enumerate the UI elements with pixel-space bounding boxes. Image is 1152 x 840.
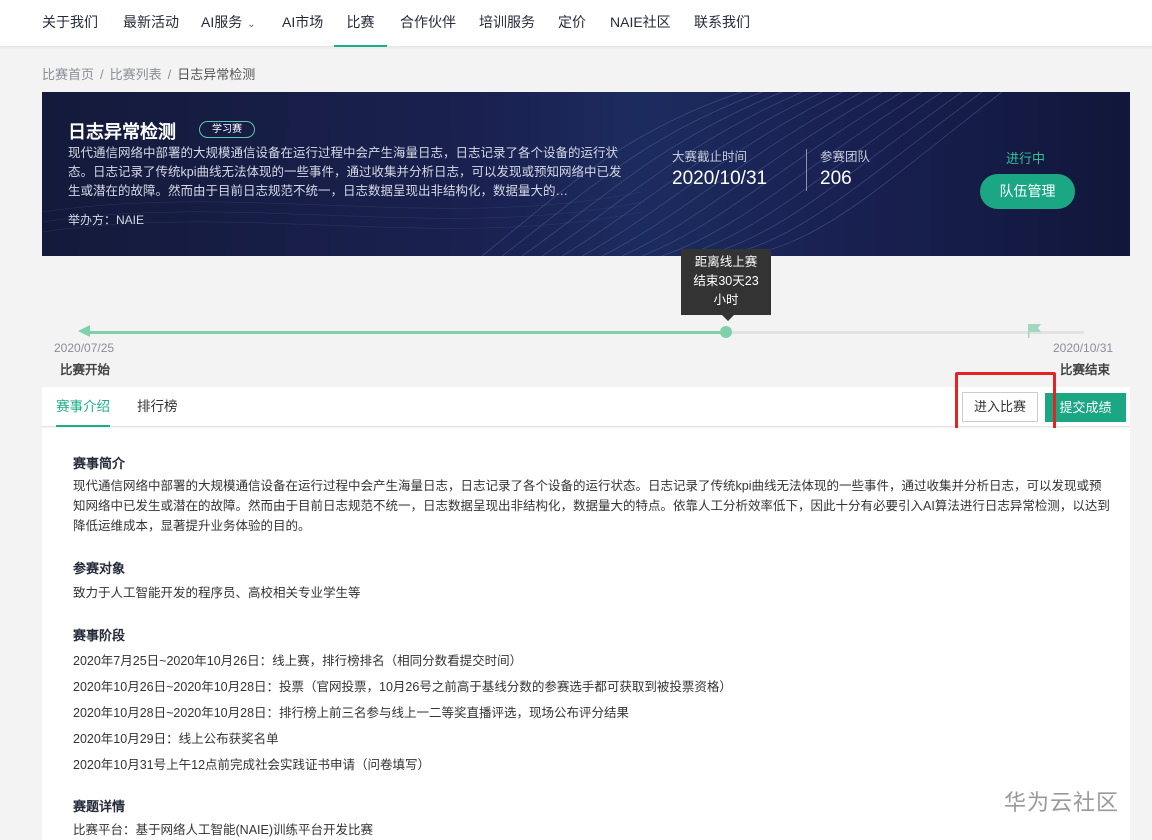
detail-text: 比赛平台：基于网络人工智能(NAIE)训练平台开发比赛 bbox=[73, 823, 374, 837]
intro-title: 赛事简介 bbox=[73, 456, 126, 471]
nav-label: 培训服务 bbox=[479, 14, 535, 30]
nav-item-competition[interactable]: 比赛 bbox=[334, 0, 387, 47]
nav-item-community[interactable]: NAIE社区 bbox=[610, 0, 671, 47]
nav-label: 联系我们 bbox=[694, 14, 750, 30]
nav-label: 合作伙伴 bbox=[400, 14, 456, 30]
target-section: 参赛对象 致力于人工智能开发的程序员、高校相关专业学生等 bbox=[73, 558, 1113, 603]
nav-item-ai-services[interactable]: AI服务 ⌄ bbox=[201, 0, 256, 47]
nav-label: 比赛 bbox=[346, 14, 375, 30]
stages-section: 赛事阶段 2020年7月25日~2020年10月26日：线上赛，排行榜排名（相同… bbox=[73, 625, 1113, 778]
finish-flag-icon bbox=[1028, 324, 1041, 338]
nav-item-training[interactable]: 培训服务 bbox=[479, 0, 535, 47]
competition-type-badge: 学习赛 bbox=[199, 121, 255, 138]
breadcrumb-separator: / bbox=[100, 67, 104, 82]
nav-label: 最新活动 bbox=[123, 14, 179, 30]
nav-item-pricing[interactable]: 定价 bbox=[558, 0, 586, 47]
team-management-button[interactable]: 队伍管理 bbox=[980, 174, 1075, 209]
nav-item-about[interactable]: 关于我们 bbox=[42, 0, 98, 47]
nav-item-events[interactable]: 最新活动 bbox=[123, 0, 179, 47]
nav-label: NAIE社区 bbox=[610, 14, 671, 30]
deadline-label: 大赛截止时间 bbox=[672, 150, 748, 164]
chevron-down-icon: ⌄ bbox=[247, 19, 256, 30]
stage-item: 2020年7月25日~2020年10月26日：线上赛，排行榜排名（相同分数看提交… bbox=[73, 654, 523, 668]
teams-value: 206 bbox=[820, 168, 852, 189]
breadcrumb-home[interactable]: 比赛首页 bbox=[42, 67, 94, 82]
countdown-tooltip: 距离线上赛 结束30天23 小时 bbox=[681, 249, 771, 321]
timeline-progress bbox=[84, 331, 726, 334]
deadline-value: 2020/10/31 bbox=[672, 168, 768, 189]
nav-label: 关于我们 bbox=[42, 14, 98, 30]
intro-text: 现代通信网络中部署的大规模通信设备在运行过程中会产生海量日志，日志记录了各个设备… bbox=[73, 479, 1110, 533]
competition-title: 日志异常检测 bbox=[68, 122, 176, 142]
breadcrumb: 比赛首页 / 比赛列表 / 日志异常检测 bbox=[42, 64, 255, 83]
breadcrumb-list[interactable]: 比赛列表 bbox=[110, 67, 162, 82]
tab-introduction[interactable]: 赛事介绍 bbox=[56, 387, 110, 427]
teams-label: 参赛团队 bbox=[820, 150, 871, 164]
status-badge: 进行中 bbox=[1006, 151, 1046, 166]
stages-title: 赛事阶段 bbox=[73, 628, 126, 643]
stage-item: 2020年10月26日~2020年10月28日：投票（官网投票，10月26号之前… bbox=[73, 680, 732, 694]
intro-section: 赛事简介 现代通信网络中部署的大规模通信设备在运行过程中会产生海量日志，日志记录… bbox=[73, 453, 1113, 536]
nav-item-ai-market[interactable]: AI市场 bbox=[282, 0, 323, 47]
timeline-start-label: 比赛开始 bbox=[60, 363, 111, 377]
top-nav: 关于我们 最新活动 AI服务 ⌄ AI市场 比赛 合作伙伴 培训服务 定价 NAI… bbox=[0, 0, 1152, 47]
submit-results-button[interactable]: 提交成绩 bbox=[1045, 393, 1126, 422]
nav-item-contact[interactable]: 联系我们 bbox=[694, 0, 750, 47]
detail-title: 赛题详情 bbox=[73, 799, 126, 814]
nav-label: 定价 bbox=[558, 14, 586, 30]
target-title: 参赛对象 bbox=[73, 561, 126, 576]
nav-label: AI服务 bbox=[201, 14, 243, 30]
competition-description: 现代通信网络中部署的大规模通信设备在运行过程中会产生海量日志，日志记录了各个设备… bbox=[68, 146, 622, 198]
stage-item: 2020年10月31号上午12点前完成社会实践证书申请（问卷填写） bbox=[73, 758, 431, 772]
tab-leaderboard[interactable]: 排行榜 bbox=[137, 387, 178, 427]
competition-details: 赛事简介 现代通信网络中部署的大规模通信设备在运行过程中会产生海量日志，日志记录… bbox=[42, 428, 1130, 840]
tooltip-line: 小时 bbox=[713, 293, 739, 307]
breadcrumb-separator: / bbox=[167, 67, 172, 82]
competition-host: 举办方：NAIE bbox=[68, 213, 145, 227]
nav-item-partners[interactable]: 合作伙伴 bbox=[400, 0, 456, 47]
stage-item: 2020年10月28日~2020年10月28日：排行榜上前三名参与线上一二等奖直… bbox=[73, 706, 630, 720]
breadcrumb-current: 日志异常检测 bbox=[177, 67, 256, 82]
competition-banner: 日志异常检测 学习赛 现代通信网络中部署的大规模通信设备在运行过程中会产生海量日… bbox=[42, 92, 1130, 256]
timeline-current-marker[interactable] bbox=[720, 326, 732, 338]
stat-divider bbox=[806, 149, 807, 191]
watermark: 华为云社区 bbox=[1004, 790, 1120, 815]
target-text: 致力于人工智能开发的程序员、高校相关专业学生等 bbox=[73, 586, 361, 600]
start-flag-icon bbox=[78, 325, 90, 337]
timeline-end-date: 2020/10/31 bbox=[1053, 341, 1114, 355]
stage-item: 2020年10月29日：线上公布获奖名单 bbox=[73, 732, 279, 746]
timeline-end-label: 比赛结束 bbox=[1060, 363, 1111, 377]
nav-label: AI市场 bbox=[282, 14, 324, 30]
detail-section: 赛题详情 比赛平台：基于网络人工智能(NAIE)训练平台开发比赛 bbox=[73, 796, 1113, 840]
timeline-start-date: 2020/07/25 bbox=[54, 341, 115, 355]
tooltip-line: 距离线上赛 bbox=[694, 255, 758, 269]
tooltip-line: 结束30天23 bbox=[693, 274, 759, 288]
